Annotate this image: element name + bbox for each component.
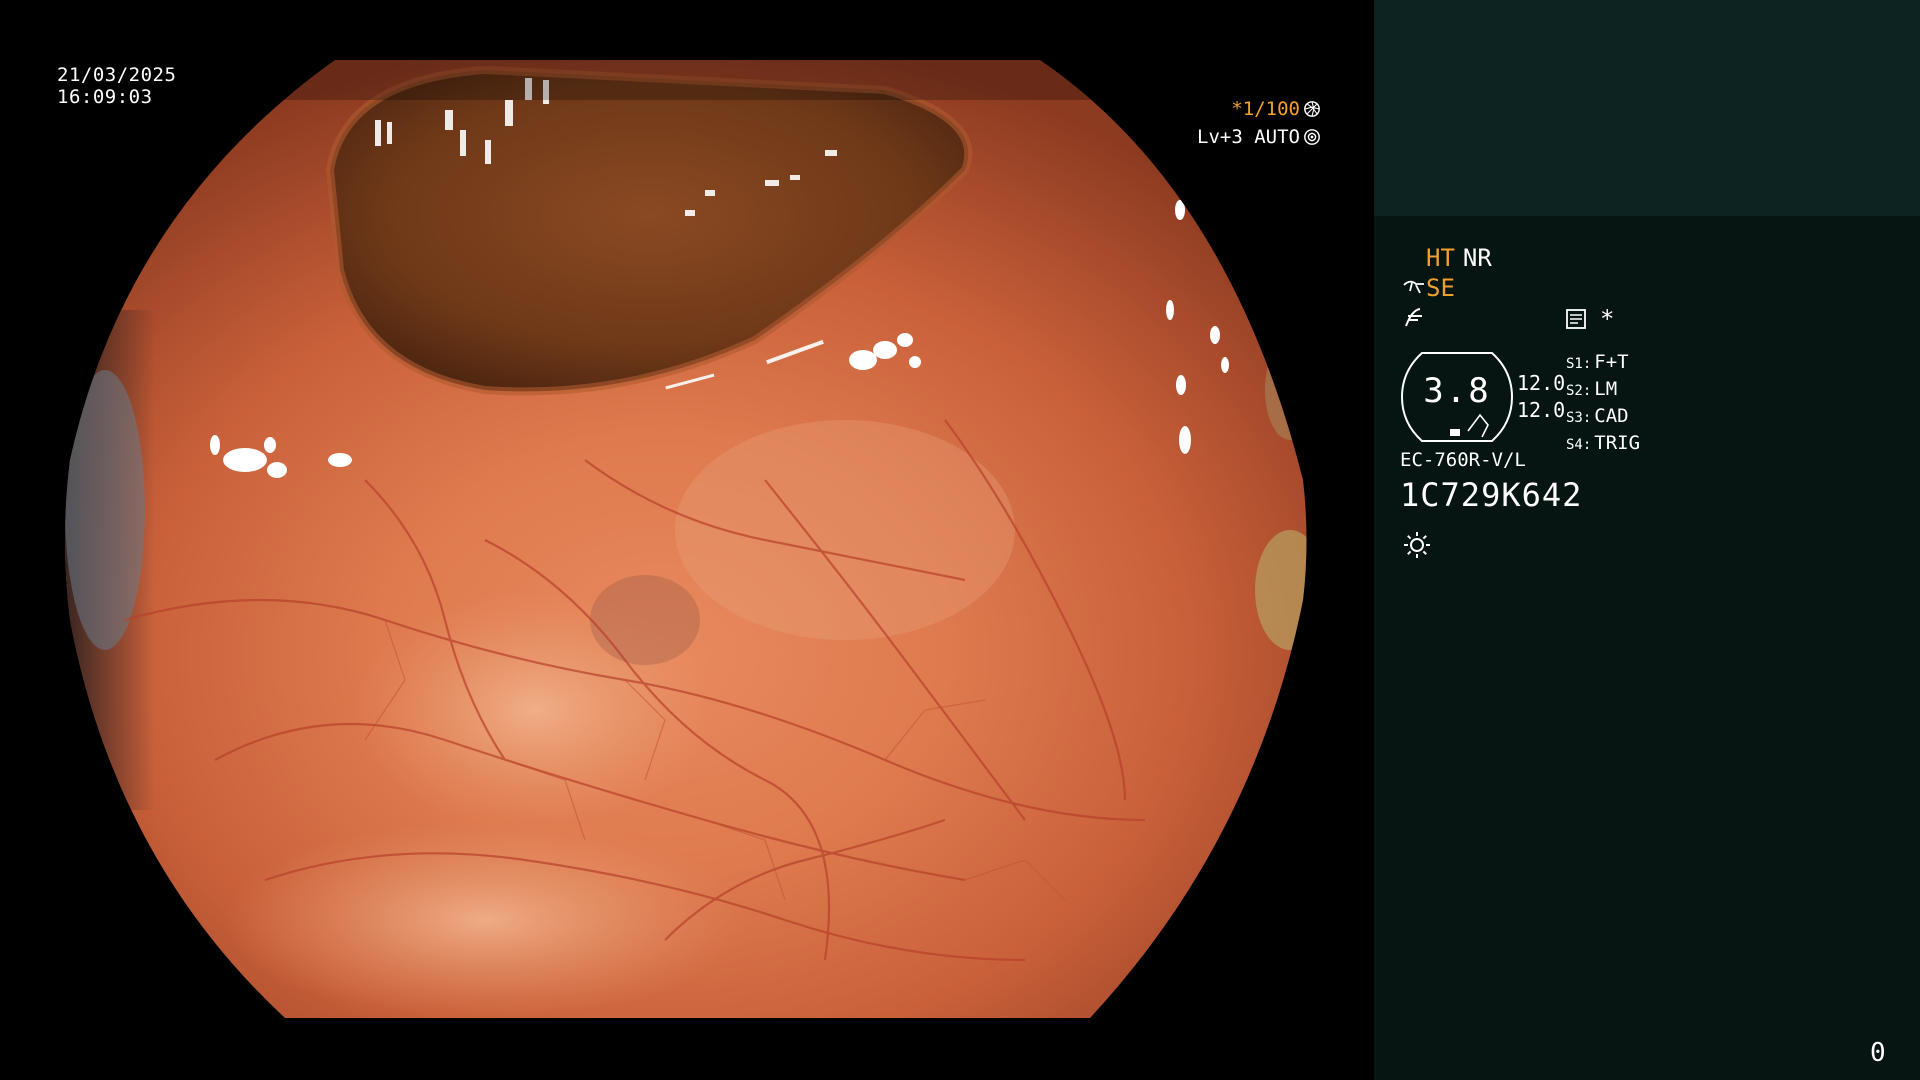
gauge-values: 12.0 12.0 — [1517, 370, 1565, 424]
mode-ht-label: HT — [1426, 244, 1455, 272]
memo-row: * — [1564, 305, 1614, 333]
memo-icon — [1566, 309, 1586, 329]
scope-switch-list: S1: F+T S2: LM S3: CAD S4: TRIG — [1566, 350, 1640, 458]
gauge-value-upper: 12.0 — [1517, 371, 1566, 395]
video-feed-area: 21/03/2025 16:09:03 *1/100 Lv+3 AUTO — [0, 0, 1374, 1080]
switch-label: TRIG — [1594, 432, 1641, 454]
iris-icon — [1304, 101, 1320, 117]
endoscopy-monitor: 21/03/2025 16:09:03 *1/100 Lv+3 AUTO HT N… — [0, 0, 1920, 1080]
freeze-row — [1402, 306, 1426, 330]
switch-label: F+T — [1594, 351, 1629, 373]
shutter-speed-indicator: *1/100 — [1231, 98, 1321, 120]
se-label: SE — [1426, 274, 1455, 302]
curve-icon — [1403, 280, 1424, 294]
gauge-value-lower: 12.0 — [1517, 398, 1566, 422]
brightness-icon — [1402, 530, 1432, 560]
mode-nr-label: NR — [1462, 244, 1492, 272]
info-panel-header — [1374, 0, 1920, 216]
structure-enhancement-row: SE — [1402, 274, 1455, 302]
switch-key: S4: — [1566, 437, 1592, 453]
scope-model: EC-760R-V/L — [1400, 449, 1526, 471]
memo-star: * — [1600, 305, 1615, 333]
switch-item: S1: F+T — [1566, 350, 1640, 377]
light-level-indicator: Lv+3 AUTO — [1197, 126, 1321, 148]
endoscope-image — [65, 60, 1310, 1018]
switch-label: CAD — [1594, 405, 1629, 427]
date-text: 21/03/2025 — [57, 64, 177, 86]
magnification-value: 3.8 — [1423, 371, 1491, 411]
light-level-text: Lv+3 AUTO — [1197, 126, 1300, 148]
info-panel: HT NR SE * 3.8 12.0 12.0 S1: F+T S2: LM … — [1374, 0, 1920, 1080]
auto-exposure-icon — [1304, 129, 1320, 145]
freeze-icon — [1405, 308, 1422, 327]
switch-key: S3: — [1566, 410, 1592, 426]
switch-item: S4: TRIG — [1566, 431, 1640, 458]
image-counter: 0 — [1870, 1038, 1886, 1068]
magnification-gauge: 3.8 — [1400, 351, 1514, 443]
switch-label: LM — [1594, 378, 1618, 400]
scope-serial-number: 1C729K642 — [1400, 476, 1583, 514]
shutter-text: *1/100 — [1231, 98, 1300, 120]
switch-key: S2: — [1566, 383, 1592, 399]
time-text: 16:09:03 — [57, 86, 153, 108]
switch-key: S1: — [1566, 356, 1592, 372]
switch-item: S3: CAD — [1566, 404, 1640, 431]
date-time-display: 21/03/2025 16:09:03 — [57, 64, 176, 108]
image-mode-row: HT NR — [1426, 244, 1492, 272]
switch-item: S2: LM — [1566, 377, 1640, 404]
